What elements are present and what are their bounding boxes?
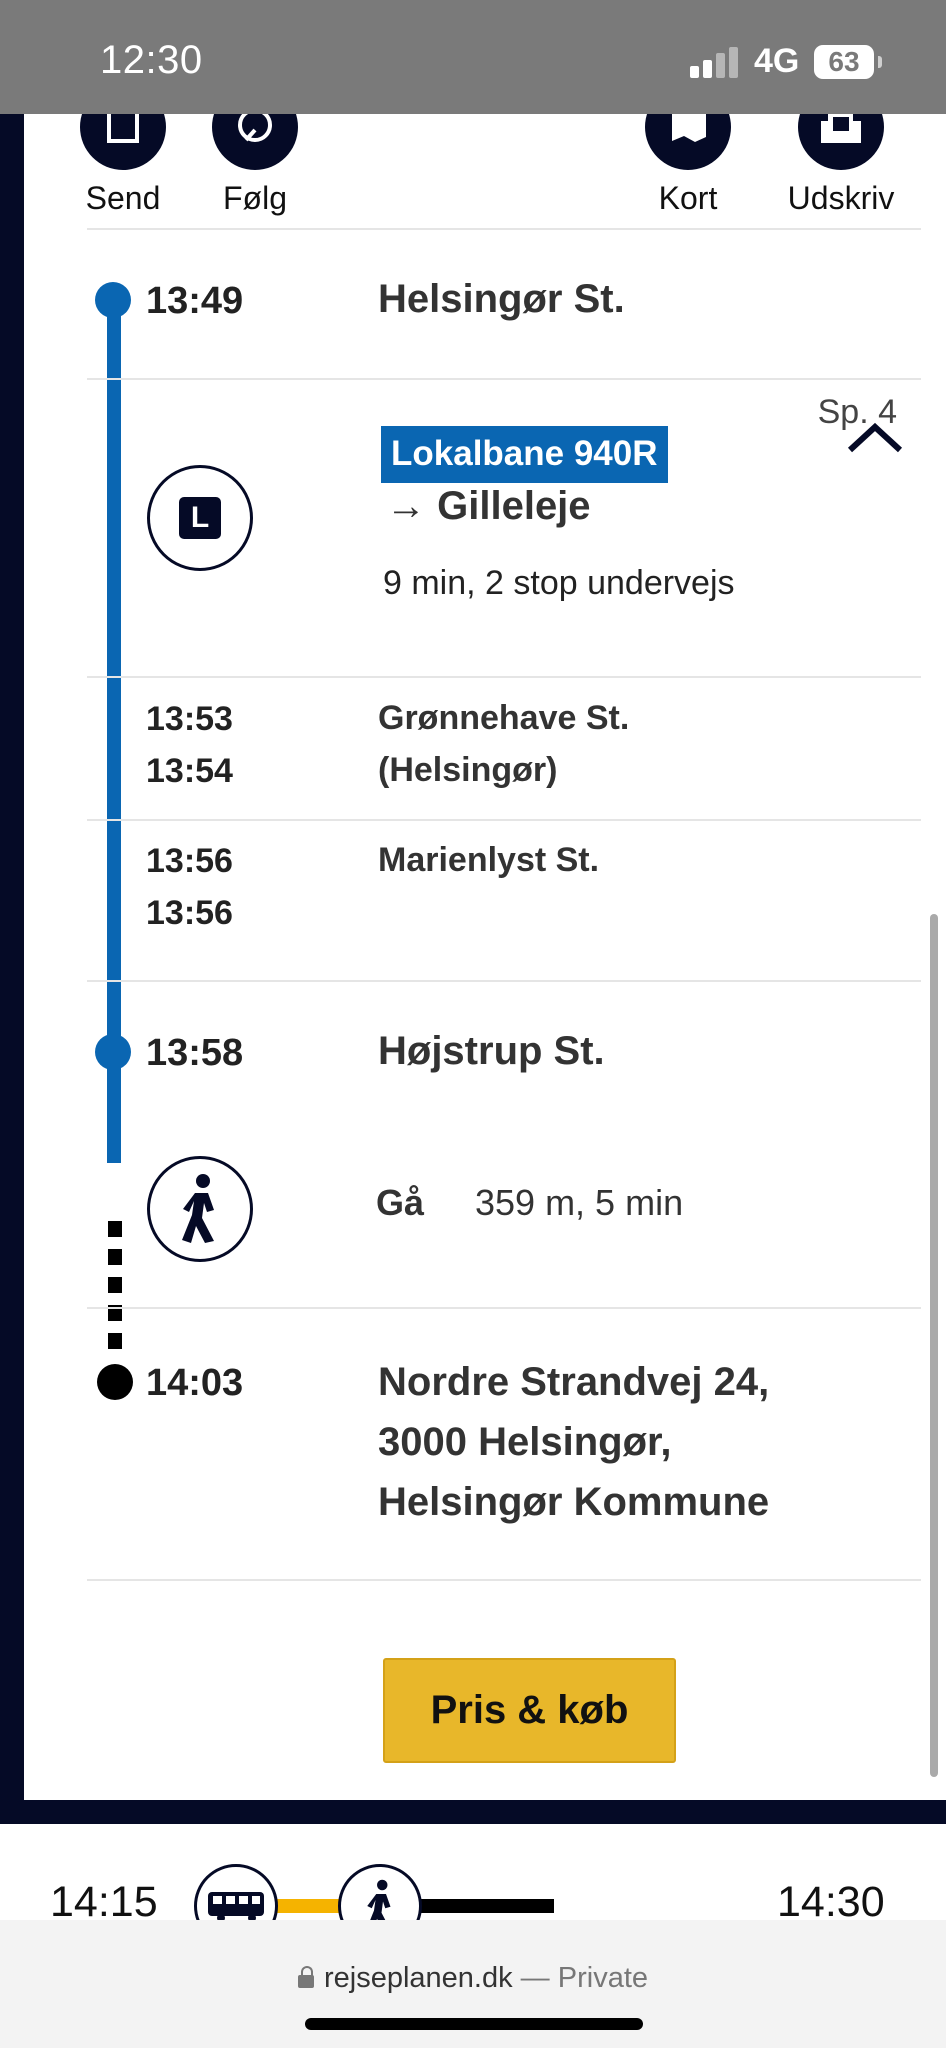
walking-route-dash (108, 1277, 122, 1293)
walking-person-icon (147, 1156, 253, 1262)
destination-address-line: Helsingør Kommune (378, 1480, 770, 1524)
network-type: 4G (754, 42, 800, 80)
transfer-time: 13:58 (146, 1032, 244, 1074)
divider (87, 819, 921, 821)
price-and-buy-button[interactable]: Pris & køb (383, 1658, 676, 1763)
divider (87, 378, 921, 380)
direction-arrow: → (386, 484, 426, 528)
follow-label: Følg (223, 180, 287, 216)
train-duration: 9 min, 2 stop undervejs (383, 564, 735, 602)
divider (87, 1579, 921, 1581)
divider (87, 676, 921, 678)
walking-route-dash (108, 1221, 122, 1237)
page-scrollbar[interactable] (930, 914, 938, 1777)
url-domain: rejseplanen.dk (323, 1962, 513, 1994)
browser-toolbar: rejseplanen.dk — Private (0, 1920, 946, 2048)
walking-route-dash (108, 1333, 122, 1349)
stop-name-detail: (Helsingør) (378, 751, 558, 789)
divider (87, 228, 921, 230)
destination-dot (97, 1364, 133, 1400)
battery-indicator: 63 (814, 45, 882, 79)
home-indicator[interactable] (305, 2018, 643, 2030)
map-button[interactable]: Kort (633, 84, 743, 217)
private-mode-label: Private (557, 1962, 649, 1994)
trip-details-frame: Send Følg Kort Udskriv 13:49 Helsingør S… (0, 84, 946, 1824)
divider (87, 980, 921, 982)
walk-label: Gå (376, 1182, 425, 1223)
walk-segment-line (420, 1899, 554, 1913)
status-time: 12:30 (100, 38, 203, 82)
next-trip-preview[interactable]: 14:15 14:30 (0, 1824, 946, 1948)
route-badge[interactable]: Lokalbane 940R (381, 426, 668, 483)
stop-arrival-time: 13:56 (146, 842, 233, 880)
stop-departure-time: 13:56 (146, 894, 233, 932)
departure-place: Helsingør St. (378, 277, 625, 321)
arrival-time: 14:03 (146, 1362, 244, 1404)
walking-route-dash (108, 1249, 122, 1265)
map-label: Kort (658, 180, 718, 216)
status-bar: 12:30 4G 63 (0, 0, 946, 114)
url-separator: — (512, 1962, 558, 1994)
print-button[interactable]: Udskriv (776, 84, 906, 217)
mode-letter: L (179, 497, 221, 539)
destination-address-line: 3000 Helsingør, (378, 1420, 672, 1464)
follow-button[interactable]: Følg (200, 84, 310, 217)
direction-destination: Gilleleje (437, 484, 591, 528)
departure-time: 13:49 (146, 280, 244, 322)
transfer-stop-dot (95, 1034, 131, 1070)
stop-departure-time: 13:54 (146, 752, 233, 790)
local-train-icon: L (147, 465, 253, 571)
divider (87, 1307, 921, 1309)
lock-icon (297, 1966, 314, 1988)
transfer-place: Højstrup St. (378, 1029, 605, 1073)
print-label: Udskriv (787, 180, 895, 216)
cellular-signal-icon (690, 46, 740, 78)
trip-details-card: Send Følg Kort Udskriv 13:49 Helsingør S… (24, 84, 946, 1800)
send-button[interactable]: Send (68, 84, 178, 217)
departure-stop-dot (95, 282, 131, 318)
destination-address-line: Nordre Strandvej 24, (378, 1360, 770, 1404)
send-label: Send (85, 180, 161, 216)
stop-name: Marienlyst St. (378, 841, 600, 879)
walk-distance-time: 359 m, 5 min (475, 1182, 684, 1223)
stop-arrival-time: 13:53 (146, 700, 233, 738)
train-direction: → Gilleleje (386, 484, 591, 529)
chevron-up-icon[interactable] (846, 420, 904, 456)
stop-name: Grønnehave St. (378, 699, 630, 737)
address-bar[interactable]: rejseplanen.dk — Private (0, 1962, 946, 1995)
